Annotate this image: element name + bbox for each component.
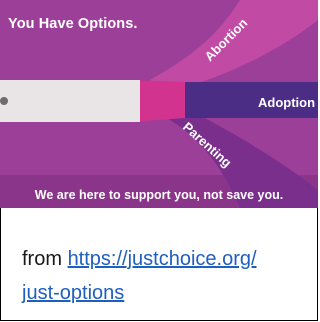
options-graphic: Abortion Adoption Parenting You Have Opt… (0, 0, 318, 208)
road-marker-icon (0, 97, 8, 105)
headline: You Have Options. (8, 16, 138, 32)
support-message: We are here to support you, not save you… (34, 188, 284, 202)
road-band (0, 80, 140, 122)
source-link-line1[interactable]: https://justchoice.org/ (68, 248, 257, 270)
caption-prefix: from (22, 248, 68, 270)
source-link-line2[interactable]: just-options (22, 282, 124, 304)
adoption-label: Adoption (258, 95, 315, 110)
caption: from https://justchoice.org/ just-option… (22, 242, 312, 310)
